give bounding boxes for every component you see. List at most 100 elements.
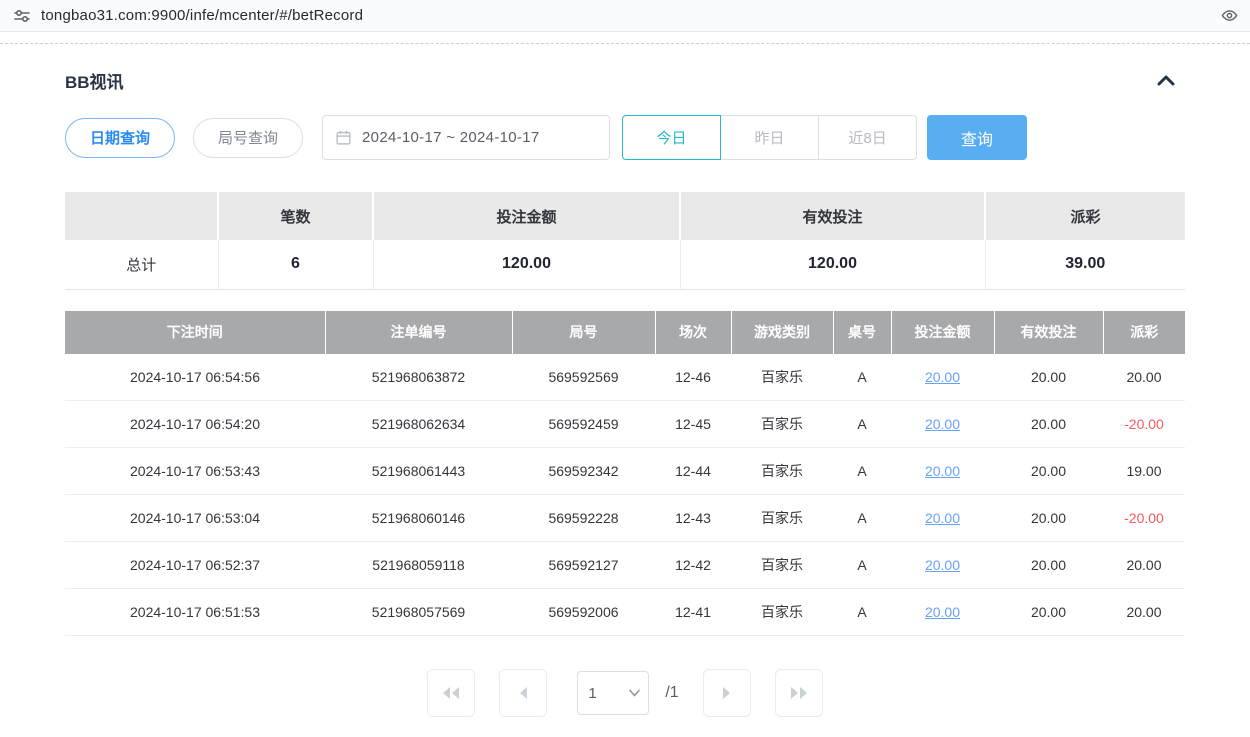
url-text[interactable]: tongbao31.com:9900/infe/mcenter/#/betRec… [41,7,363,24]
cell-payout: 20.00 [1103,589,1185,636]
browser-address-bar[interactable]: tongbao31.com:9900/infe/mcenter/#/betRec… [0,0,1250,32]
filter-toolbar: 日期查询 局号查询 2024-10-17 ~ 2024-10-17 今日 昨日 … [65,115,1185,160]
col-header-round: 局号 [512,311,655,354]
cell-bet-time: 2024-10-17 06:54:20 [65,401,325,448]
today-button[interactable]: 今日 [622,115,721,160]
cell-bet-time: 2024-10-17 06:52:37 [65,542,325,589]
cell-bet-id: 521968059118 [325,542,512,589]
bet-amount-link[interactable]: 20.00 [925,604,960,620]
cell-bet-time: 2024-10-17 06:51:53 [65,589,325,636]
cell-game-type: 百家乐 [731,542,833,589]
table-row: 2024-10-17 06:54:20 521968062634 5695924… [65,401,1185,448]
cell-session: 12-46 [655,354,731,401]
cell-game-type: 百家乐 [731,589,833,636]
col-header-game-type: 游戏类别 [731,311,833,354]
date-query-tab[interactable]: 日期查询 [65,118,175,158]
summary-header-row: 笔数 投注金额 有效投注 派彩 [65,192,1185,240]
cell-bet-id: 521968063872 [325,354,512,401]
last-page-button[interactable] [775,669,823,717]
summary-col-count: 笔数 [218,192,373,240]
col-header-bet-amount: 投注金额 [891,311,994,354]
cell-payout: 20.00 [1103,542,1185,589]
page-title: BB视讯 [65,68,124,93]
cell-game-type: 百家乐 [731,354,833,401]
quick-range-group: 今日 昨日 近8日 [622,115,917,160]
calendar-icon [335,129,352,146]
summary-bet-amount-value: 120.00 [373,240,680,289]
cell-bet-id: 521968057569 [325,589,512,636]
prev-page-button[interactable] [499,669,547,717]
summary-count-value: 6 [218,240,373,289]
cell-session: 12-42 [655,542,731,589]
page-select[interactable]: 1 [578,672,648,714]
cell-bet-amount: 20.00 [891,401,994,448]
search-button[interactable]: 查询 [927,115,1027,160]
cell-bet-time: 2024-10-17 06:54:56 [65,354,325,401]
table-row: 2024-10-17 06:53:04 521968060146 5695922… [65,495,1185,542]
summary-table: 笔数 投注金额 有效投注 派彩 总计 6 120.00 120.00 39.00 [65,192,1185,290]
panel-header: BB视讯 [65,68,1185,93]
cell-valid-bet: 20.00 [994,495,1103,542]
date-range-value: 2024-10-17 ~ 2024-10-17 [362,129,539,146]
summary-valid-bet-value: 120.00 [680,240,985,289]
cell-bet-amount: 20.00 [891,448,994,495]
cell-valid-bet: 20.00 [994,401,1103,448]
cell-round: 569592459 [512,401,655,448]
col-header-valid-bet: 有效投注 [994,311,1103,354]
cell-payout: -20.00 [1103,401,1185,448]
round-query-tab[interactable]: 局号查询 [193,118,303,158]
last-8-days-button[interactable]: 近8日 [818,115,917,160]
cell-session: 12-45 [655,401,731,448]
cell-bet-id: 521968062634 [325,401,512,448]
cell-round: 569592006 [512,589,655,636]
cell-session: 12-44 [655,448,731,495]
summary-col-valid-bet: 有效投注 [680,192,985,240]
col-header-session: 场次 [655,311,731,354]
col-header-bet-time: 下注时间 [65,311,325,354]
cell-bet-amount: 20.00 [891,542,994,589]
bet-record-panel: BB视讯 日期查询 局号查询 2024-10-17 ~ 2024-10-17 今… [0,68,1250,717]
cell-table-no: A [833,495,891,542]
cell-session: 12-43 [655,495,731,542]
bet-amount-link[interactable]: 20.00 [925,463,960,479]
cell-bet-amount: 20.00 [891,589,994,636]
cell-round: 569592342 [512,448,655,495]
cell-bet-amount: 20.00 [891,495,994,542]
cell-round: 569592569 [512,354,655,401]
bet-amount-link[interactable]: 20.00 [925,416,960,432]
cell-table-no: A [833,542,891,589]
bet-amount-link[interactable]: 20.00 [925,510,960,526]
cell-bet-time: 2024-10-17 06:53:04 [65,495,325,542]
cell-game-type: 百家乐 [731,448,833,495]
col-header-payout: 派彩 [1103,311,1185,354]
first-page-button[interactable] [427,669,475,717]
bet-amount-link[interactable]: 20.00 [925,557,960,573]
collapse-chevron-icon[interactable] [1153,71,1179,91]
cell-game-type: 百家乐 [731,401,833,448]
reader-mode-icon[interactable] [1220,7,1238,25]
table-row: 2024-10-17 06:53:43 521968061443 5695923… [65,448,1185,495]
bet-records-table: 下注时间 注单编号 局号 场次 游戏类别 桌号 投注金额 有效投注 派彩 202… [65,311,1185,637]
browser-bar-actions [1220,7,1238,25]
records-header-row: 下注时间 注单编号 局号 场次 游戏类别 桌号 投注金额 有效投注 派彩 [65,311,1185,354]
cell-round: 569592228 [512,495,655,542]
summary-col-payout: 派彩 [985,192,1185,240]
pagination: 1 /1 [65,669,1185,717]
date-range-picker[interactable]: 2024-10-17 ~ 2024-10-17 [322,115,610,160]
summary-total-row: 总计 6 120.00 120.00 39.00 [65,240,1185,289]
table-row: 2024-10-17 06:51:53 521968057569 5695920… [65,589,1185,636]
next-page-button[interactable] [703,669,751,717]
table-row: 2024-10-17 06:52:37 521968059118 5695921… [65,542,1185,589]
yesterday-button[interactable]: 昨日 [720,115,819,160]
cell-bet-id: 521968060146 [325,495,512,542]
cell-bet-id: 521968061443 [325,448,512,495]
col-header-bet-id: 注单编号 [325,311,512,354]
site-settings-icon[interactable] [12,6,32,26]
table-row: 2024-10-17 06:54:56 521968063872 5695925… [65,354,1185,401]
cell-valid-bet: 20.00 [994,448,1103,495]
cell-payout: 19.00 [1103,448,1185,495]
cell-valid-bet: 20.00 [994,589,1103,636]
cell-round: 569592127 [512,542,655,589]
bet-amount-link[interactable]: 20.00 [925,369,960,385]
cell-table-no: A [833,401,891,448]
